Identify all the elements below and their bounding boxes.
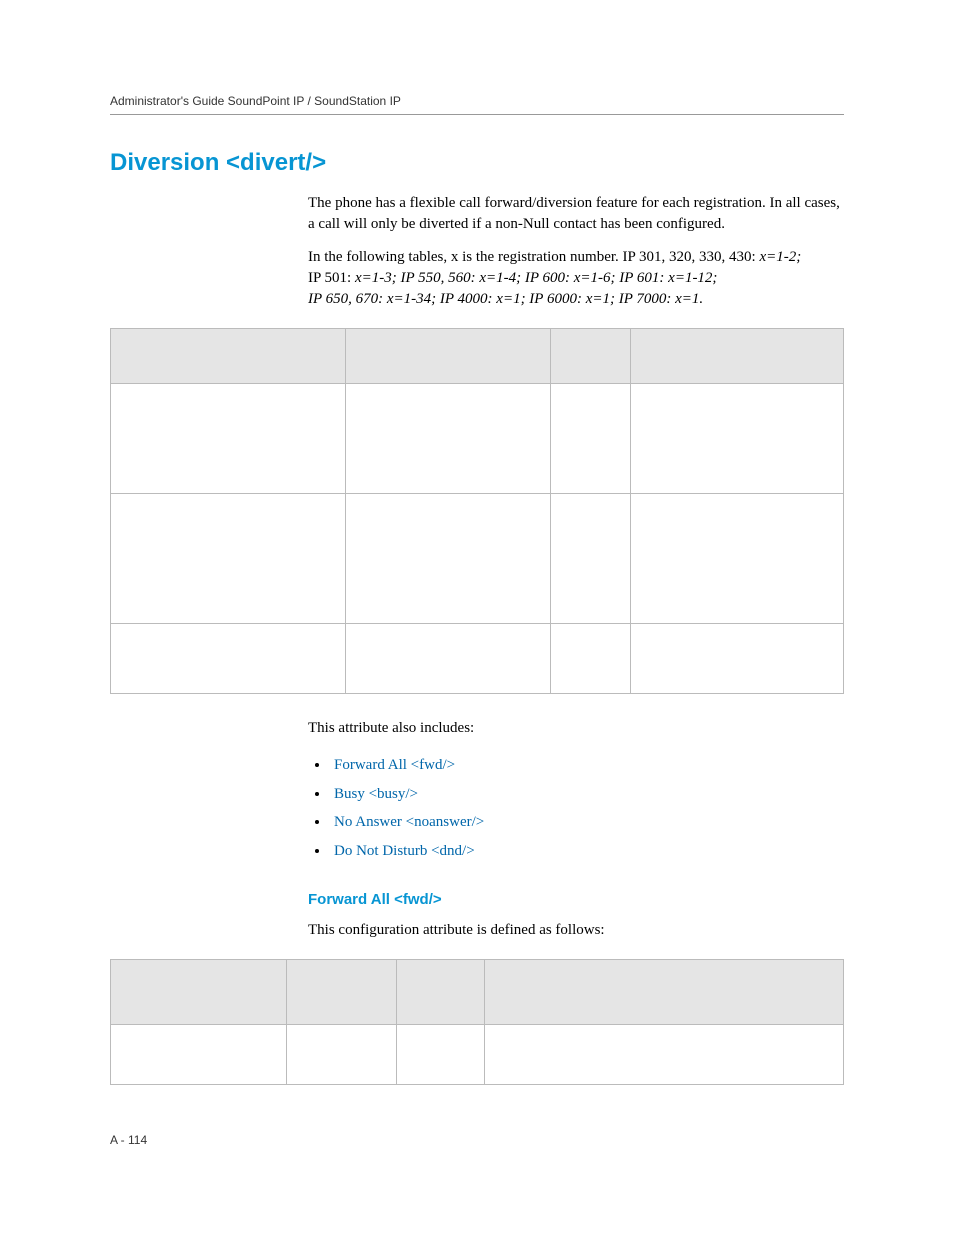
intro-paragraph-2: In the following tables, x is the regist… — [308, 247, 844, 310]
running-header: Administrator's Guide SoundPoint IP / So… — [110, 94, 844, 115]
t1-h4 — [631, 329, 844, 384]
subsection-desc: This configuration attribute is defined … — [308, 920, 844, 941]
link-dnd[interactable]: Do Not Disturb <dnd/> — [334, 843, 475, 859]
link-fwd[interactable]: Forward All <fwd/> — [334, 757, 455, 773]
p2-l2b: x=1-3; IP 550, 560: x=1-4; IP 600: x=1-6… — [355, 270, 717, 286]
section-title: Diversion <divert/> — [110, 149, 844, 177]
link-noanswer[interactable]: No Answer <noanswer/> — [334, 814, 484, 830]
p2-r1: x=1-2; — [759, 249, 801, 265]
t1-r0-c4 — [631, 384, 844, 494]
t2-r0-c1 — [111, 1025, 287, 1085]
attribute-table-1 — [110, 328, 844, 694]
list-item: Do Not Disturb <dnd/> — [330, 837, 844, 866]
table-row — [111, 494, 844, 624]
also-list: Forward All <fwd/> Busy <busy/> No Answe… — [308, 751, 844, 865]
table-row — [111, 384, 844, 494]
page: Administrator's Guide SoundPoint IP / So… — [0, 0, 954, 1235]
table-header-row — [111, 329, 844, 384]
t2-r0-c3 — [396, 1025, 484, 1085]
table-row — [111, 624, 844, 694]
list-item: Busy <busy/> — [330, 780, 844, 809]
t2-h4 — [484, 960, 843, 1025]
table-row — [111, 1025, 844, 1085]
t1-r1-c4 — [631, 494, 844, 624]
page-number: A - 114 — [110, 1133, 147, 1147]
also-intro: This attribute also includes: — [308, 718, 844, 739]
t1-r1-c1 — [111, 494, 346, 624]
t2-r0-c4 — [484, 1025, 843, 1085]
t2-h1 — [111, 960, 287, 1025]
t1-r0-c3 — [550, 384, 631, 494]
t1-r1-c3 — [550, 494, 631, 624]
link-busy[interactable]: Busy <busy/> — [334, 786, 418, 802]
t2-r0-c2 — [286, 1025, 396, 1085]
subsection-title: Forward All <fwd/> — [308, 889, 844, 910]
t1-r2-c4 — [631, 624, 844, 694]
attribute-table-2 — [110, 959, 844, 1085]
p2-prefix: In the following tables, x is the regist… — [308, 249, 759, 265]
t2-h3 — [396, 960, 484, 1025]
intro-paragraph-1: The phone has a flexible call forward/di… — [308, 193, 844, 235]
t1-h3 — [550, 329, 631, 384]
p2-l3: IP 650, 670: x=1-34; IP 4000: x=1; IP 60… — [308, 291, 703, 307]
t1-r0-c2 — [345, 384, 550, 494]
t1-r2-c3 — [550, 624, 631, 694]
t1-r2-c2 — [345, 624, 550, 694]
also-includes-block: This attribute also includes: Forward Al… — [308, 718, 844, 941]
t1-h1 — [111, 329, 346, 384]
t1-h2 — [345, 329, 550, 384]
list-item: Forward All <fwd/> — [330, 751, 844, 780]
table-header-row — [111, 960, 844, 1025]
list-item: No Answer <noanswer/> — [330, 808, 844, 837]
t1-r0-c1 — [111, 384, 346, 494]
intro-block: The phone has a flexible call forward/di… — [308, 193, 844, 310]
t1-r1-c2 — [345, 494, 550, 624]
t2-h2 — [286, 960, 396, 1025]
p2-l2a: IP 501: — [308, 270, 355, 286]
t1-r2-c1 — [111, 624, 346, 694]
